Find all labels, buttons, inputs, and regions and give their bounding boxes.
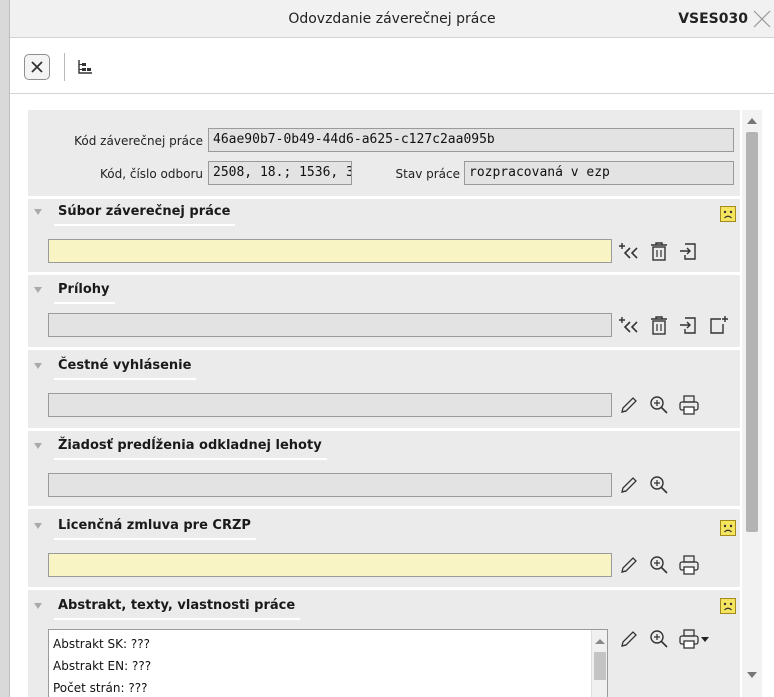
- thesis-file-field[interactable]: [48, 239, 612, 263]
- collapse-triangle-icon[interactable]: [34, 209, 42, 215]
- zoom-icon[interactable]: [648, 628, 670, 650]
- section-attachments-title: Prílohy: [54, 282, 115, 304]
- section-divider: [28, 587, 740, 590]
- sad-face-icon: [720, 206, 736, 222]
- tree-hierarchy-icon[interactable]: [76, 58, 94, 76]
- section-abstract-header[interactable]: Abstrakt, texty, vlastnosti práce: [28, 596, 740, 620]
- sad-face-icon: [720, 598, 736, 614]
- trash-icon[interactable]: [648, 240, 670, 262]
- state-field[interactable]: rozpracovaná v ezp: [464, 161, 734, 185]
- panel-scroll-thumb[interactable]: [746, 132, 758, 532]
- close-x-icon[interactable]: [752, 9, 772, 29]
- scroll-up-arrow-icon[interactable]: [747, 118, 757, 124]
- thesis-code-label: Kód záverečnej práce: [74, 134, 203, 148]
- section-declaration-title: Čestné vyhlásenie: [54, 358, 197, 380]
- window-title: Odovzdanie záverečnej práce: [288, 11, 496, 27]
- section-extension-title: Žiadosť predĺženia odkladnej lehoty: [54, 438, 327, 460]
- edit-pencil-icon[interactable]: [618, 394, 640, 416]
- form-panel: Kód záverečnej práce 46ae90b7-0b49-44d6-…: [28, 110, 740, 697]
- section-abstract-title: Abstrakt, texty, vlastnosti práce: [54, 598, 301, 620]
- textarea-scroll-thumb[interactable]: [594, 652, 606, 680]
- section-divider: [28, 347, 740, 350]
- section-divider: [28, 196, 740, 199]
- abstract-textarea[interactable]: Abstrakt SK: ??? Abstrakt EN: ??? Počet …: [48, 629, 608, 697]
- edit-pencil-icon[interactable]: [618, 628, 640, 650]
- section-divider: [28, 428, 740, 431]
- insert-arrows-icon[interactable]: [618, 314, 640, 336]
- zoom-icon[interactable]: [648, 474, 670, 496]
- edit-pencil-icon[interactable]: [618, 474, 640, 496]
- section-declaration-header[interactable]: Čestné vyhlásenie: [28, 356, 740, 380]
- dropdown-arrow-icon[interactable]: [699, 628, 711, 650]
- license-field[interactable]: [48, 553, 612, 577]
- zoom-icon[interactable]: [648, 554, 670, 576]
- section-extension-header[interactable]: Žiadosť predĺženia odkladnej lehoty: [28, 436, 740, 460]
- collapse-triangle-icon[interactable]: [34, 287, 42, 293]
- insert-arrows-icon[interactable]: [618, 240, 640, 262]
- abstract-line: Abstrakt SK: ???: [53, 637, 150, 651]
- thesis-code-field[interactable]: 46ae90b7-0b49-44d6-a625-c127c2aa095b: [208, 128, 734, 152]
- extension-field[interactable]: [48, 473, 612, 497]
- collapse-triangle-icon[interactable]: [34, 603, 42, 609]
- sad-face-icon: [720, 520, 736, 536]
- dialog-window: Odovzdanie záverečnej práce VSES030 Kód …: [10, 0, 774, 697]
- import-icon[interactable]: [678, 314, 700, 336]
- section-divider: [28, 272, 740, 275]
- section-divider: [28, 506, 740, 509]
- new-document-icon[interactable]: [708, 314, 730, 336]
- panel-scrollbar[interactable]: [742, 110, 762, 697]
- section-attachments-header[interactable]: Prílohy: [28, 280, 740, 304]
- collapse-triangle-icon[interactable]: [34, 523, 42, 529]
- toolbar: [10, 38, 774, 94]
- field-code-label: Kód, číslo odboru: [100, 167, 203, 181]
- field-code-field[interactable]: 2508, 18.; 1536, 3: [208, 161, 352, 185]
- section-file-title: Súbor záverečnej práce: [54, 204, 236, 226]
- import-icon[interactable]: [678, 240, 700, 262]
- attachments-field[interactable]: [48, 313, 612, 337]
- toolbar-separator: [64, 53, 65, 81]
- section-file-header[interactable]: Súbor záverečnej práce: [28, 202, 740, 226]
- trash-icon[interactable]: [648, 314, 670, 336]
- zoom-icon[interactable]: [648, 394, 670, 416]
- print-icon[interactable]: [678, 554, 700, 576]
- collapse-triangle-icon[interactable]: [34, 363, 42, 369]
- edit-pencil-icon[interactable]: [618, 554, 640, 576]
- scroll-down-arrow-icon[interactable]: [747, 672, 757, 678]
- declaration-field[interactable]: [48, 393, 612, 417]
- title-bar: Odovzdanie záverečnej práce VSES030: [10, 0, 774, 38]
- background-window-edge: [0, 0, 10, 697]
- close-button[interactable]: [24, 54, 50, 80]
- print-icon[interactable]: [678, 394, 700, 416]
- section-license-header[interactable]: Licenčná zmluva pre CRZP: [28, 516, 740, 540]
- close-box-icon: [31, 61, 43, 73]
- window-code: VSES030: [678, 11, 748, 27]
- state-label: Stav práce: [395, 167, 460, 181]
- textarea-scrollbar[interactable]: [591, 630, 607, 697]
- scroll-up-arrow-icon[interactable]: [595, 639, 605, 644]
- print-icon[interactable]: [678, 628, 700, 650]
- section-license-title: Licenčná zmluva pre CRZP: [54, 518, 256, 540]
- abstract-line: Abstrakt EN: ???: [53, 659, 152, 673]
- abstract-line: Počet strán: ???: [53, 681, 148, 695]
- collapse-triangle-icon[interactable]: [34, 443, 42, 449]
